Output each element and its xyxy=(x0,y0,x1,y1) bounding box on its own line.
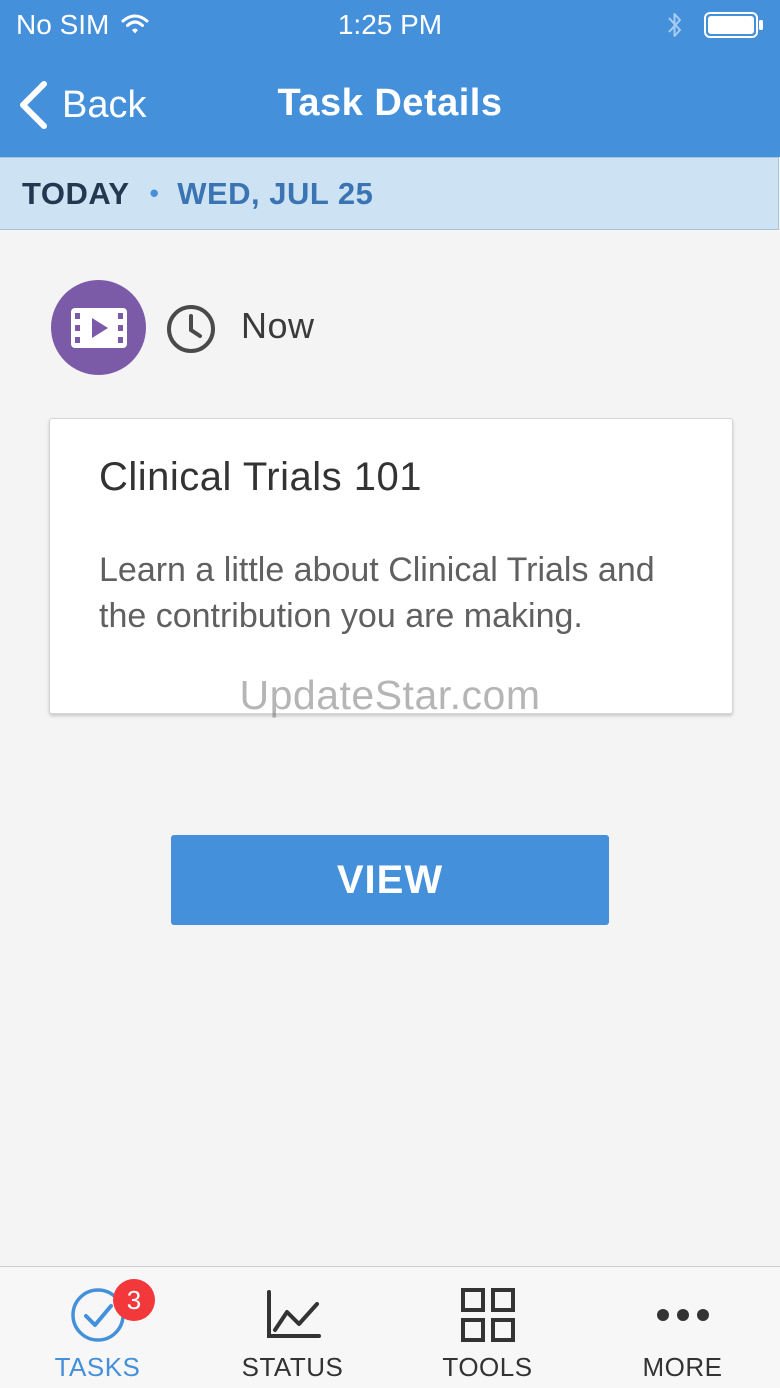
tab-more[interactable]: MORE xyxy=(585,1267,780,1388)
status-bar: No SIM 1:25 PM xyxy=(0,0,780,52)
tab-tasks-label: TASKS xyxy=(54,1352,141,1382)
tab-tools-icon-wrap xyxy=(390,1283,585,1347)
watermark: UpdateStar.com xyxy=(239,672,541,718)
battery-icon xyxy=(704,12,763,38)
line-chart-icon xyxy=(266,1290,321,1338)
tab-bar: 3 TASKS STATUS TOOLS MORE xyxy=(0,1266,780,1388)
bluetooth-icon xyxy=(668,13,681,37)
tab-status[interactable]: STATUS xyxy=(195,1267,390,1388)
tab-tools[interactable]: TOOLS xyxy=(390,1267,585,1388)
status-indicators xyxy=(666,10,764,40)
date-value: WED, JUL 25 xyxy=(177,175,374,211)
task-title: Clinical Trials 101 xyxy=(99,455,422,499)
grid-icon xyxy=(460,1288,515,1342)
date-today-label: TODAY xyxy=(22,175,130,211)
tab-more-icon-wrap xyxy=(585,1283,780,1347)
navigation-bar: Back Task Details xyxy=(0,52,780,157)
task-time-label: Now xyxy=(241,305,315,346)
task-type-badge xyxy=(51,280,146,375)
date-separator: • xyxy=(149,178,160,208)
task-description: Learn a little about Clinical Trials and… xyxy=(99,551,655,635)
video-icon xyxy=(70,307,127,348)
tab-more-label: MORE xyxy=(642,1352,723,1382)
page-title: Task Details xyxy=(277,82,503,124)
task-card: Clinical Trials 101 Learn a little about… xyxy=(49,418,733,714)
tab-tasks[interactable]: 3 TASKS xyxy=(0,1267,195,1388)
tab-status-label: STATUS xyxy=(241,1352,344,1382)
tab-tasks-icon-wrap xyxy=(0,1283,195,1347)
date-bar: TODAY • WED, JUL 25 xyxy=(0,157,779,230)
tasks-badge: 3 xyxy=(113,1279,155,1321)
tab-status-icon-wrap xyxy=(195,1283,390,1347)
clock-icon xyxy=(167,305,215,353)
tab-tools-label: TOOLS xyxy=(442,1352,533,1382)
view-button[interactable]: VIEW xyxy=(171,835,609,925)
ellipsis-icon xyxy=(656,1309,709,1321)
status-time: 1:25 PM xyxy=(337,9,443,40)
